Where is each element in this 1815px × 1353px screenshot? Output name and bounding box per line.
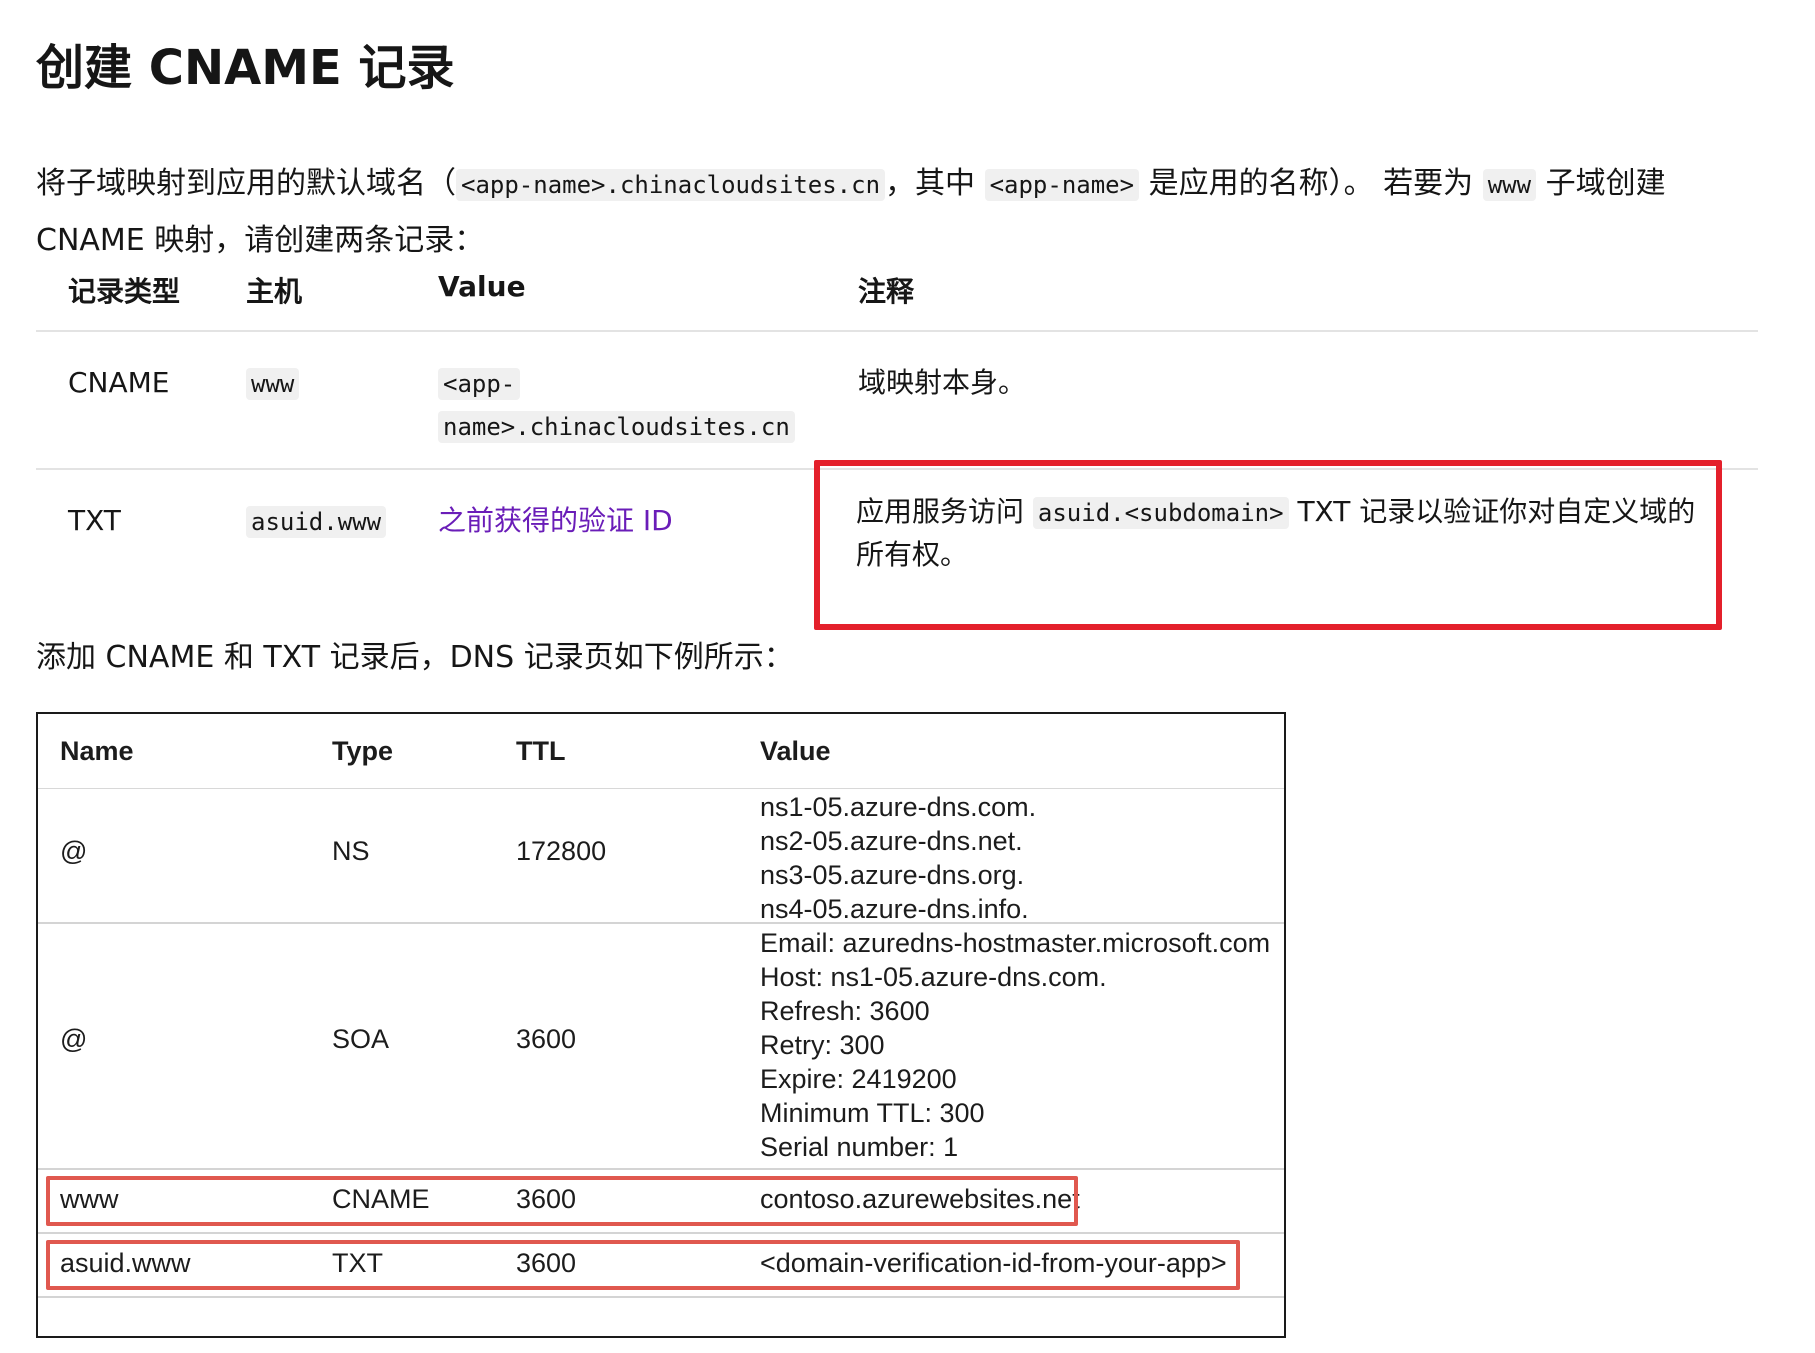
dns-header-name: Name — [60, 736, 134, 766]
intro-text-2: ，其中 — [885, 166, 985, 201]
code-host-asuid: asuid.www — [246, 506, 387, 538]
table-row: CNAME www <app- name>.chinacloudsites.cn… — [36, 332, 1758, 470]
dns-cell-name: @ — [60, 1024, 88, 1054]
inline-code-default-domain: <app-name>.chinacloudsites.cn — [456, 169, 886, 201]
dns-header-value: Value — [760, 736, 831, 766]
note-text-1: 应用服务访问 — [856, 495, 1033, 528]
soa-email: Email: azuredns-hostmaster.microsoft.com — [760, 928, 1271, 958]
dns-cell-value: ns1-05.azure-dns.com. ns2-05.azure-dns.n… — [760, 790, 1036, 926]
cell-host: www — [246, 362, 300, 405]
dns-cell-value: Email: azuredns-hostmaster.microsoft.com… — [760, 926, 1270, 1164]
dns-header-ttl: TTL — [516, 736, 566, 766]
ns-value-1: ns1-05.azure-dns.com. — [760, 792, 1037, 822]
dns-cell-ttl: 172800 — [516, 836, 607, 866]
records-table-header: 记录类型 主机 Value 注释 — [36, 256, 1758, 332]
cell-host: asuid.www — [246, 500, 387, 543]
inline-code-app-name: <app-name> — [984, 169, 1140, 201]
intro-text-1: 将子域映射到应用的默认域名（ — [36, 166, 456, 201]
intro-text-3: 是应用的名称）。 若要为 — [1139, 166, 1483, 201]
www-row-highlight — [46, 1176, 1078, 1226]
cell-record-type: TXT — [68, 504, 121, 537]
dns-cell-name: @ — [60, 836, 88, 866]
cell-record-type: CNAME — [68, 366, 170, 399]
dns-example-caption: 添加 CNAME 和 TXT 记录后，DNS 记录页如下例所示： — [36, 640, 794, 675]
soa-minimum-ttl: Minimum TTL: 300 — [760, 1098, 985, 1128]
cell-note: 域映射本身。 — [858, 366, 1027, 399]
ns-value-4: ns4-05.azure-dns.info. — [760, 894, 1029, 924]
dns-cell-type: SOA — [332, 1024, 390, 1054]
article-content: 创建 CNAME 记录 将子域映射到应用的默认域名（ <app-name>.chi… — [36, 32, 1756, 269]
dns-header-type: Type — [332, 736, 394, 766]
ns-value-2: ns2-05.azure-dns.net. — [760, 826, 1023, 856]
code-host-www: www — [246, 368, 300, 400]
soa-retry: Retry: 300 — [760, 1030, 885, 1060]
soa-serial: Serial number: 1 — [760, 1132, 959, 1162]
intro-paragraph: 将子域映射到应用的默认域名（ <app-name>.chinacloudsites… — [36, 156, 1756, 269]
page-title: 创建 CNAME 记录 — [36, 40, 455, 96]
dns-cell-type: NS — [332, 836, 370, 866]
code-asuid-subdomain: asuid.<subdomain> — [1032, 497, 1289, 529]
soa-expire: Expire: 2419200 — [760, 1064, 957, 1094]
table-row: @ SOA 3600 Email: azuredns-hostmaster.mi… — [38, 924, 1284, 1170]
code-value-line1: <app- — [438, 368, 521, 400]
cell-note-ownership: 应用服务访问 asuid.<subdomain> TXT 记录以验证你对自定义域… — [856, 491, 1706, 576]
table-row: @ NS 172800 ns1-05.azure-dns.com. ns2-05… — [38, 790, 1284, 924]
cell-value: <app- name>.chinacloudsites.cn — [438, 362, 795, 448]
header-value: Value — [438, 270, 526, 303]
dns-table-header: Name Type TTL Value — [38, 714, 1284, 789]
ns-value-3: ns3-05.azure-dns.org. — [760, 860, 1025, 890]
header-host: 主机 — [246, 275, 303, 308]
soa-refresh: Refresh: 3600 — [760, 996, 930, 1026]
dns-cell-ttl: 3600 — [516, 1024, 577, 1054]
header-record-type: 记录类型 — [68, 275, 181, 308]
dns-records-screenshot: Name Type TTL Value @ NS 172800 ns1-05.a… — [36, 712, 1286, 1338]
code-value-line2: name>.chinacloudsites.cn — [438, 411, 795, 443]
header-note: 注释 — [858, 275, 915, 308]
verification-id-link[interactable]: 之前获得的验证 ID — [438, 500, 673, 542]
inline-code-www: www — [1482, 169, 1537, 201]
soa-host: Host: ns1-05.azure-dns.com. — [760, 962, 1107, 992]
txt-row-highlight — [46, 1240, 1240, 1290]
